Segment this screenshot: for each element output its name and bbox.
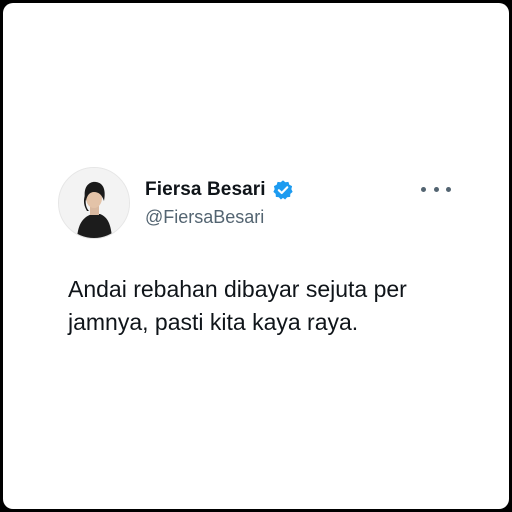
username-handle[interactable]: @FiersaBesari (145, 207, 264, 228)
more-options-icon[interactable] (421, 179, 451, 199)
author-name-row: Fiersa Besari (145, 177, 294, 203)
more-dot (446, 186, 451, 192)
tweet-text: Andai rebahan dibayar sejuta per jamnya,… (68, 273, 468, 339)
tweet-text-line: jamnya, pasti kita kaya raya. (68, 309, 359, 335)
tweet-card: Fiersa Besari @FiersaBesari Andai rebaha… (3, 3, 509, 509)
avatar[interactable] (58, 167, 130, 239)
verified-badge-icon (272, 179, 294, 201)
tweet-text-line: Andai rebahan dibayar sejuta per (68, 276, 407, 302)
profile-photo (59, 168, 129, 238)
more-dot (433, 186, 439, 192)
display-name[interactable]: Fiersa Besari (145, 179, 266, 201)
more-dot (421, 186, 426, 192)
